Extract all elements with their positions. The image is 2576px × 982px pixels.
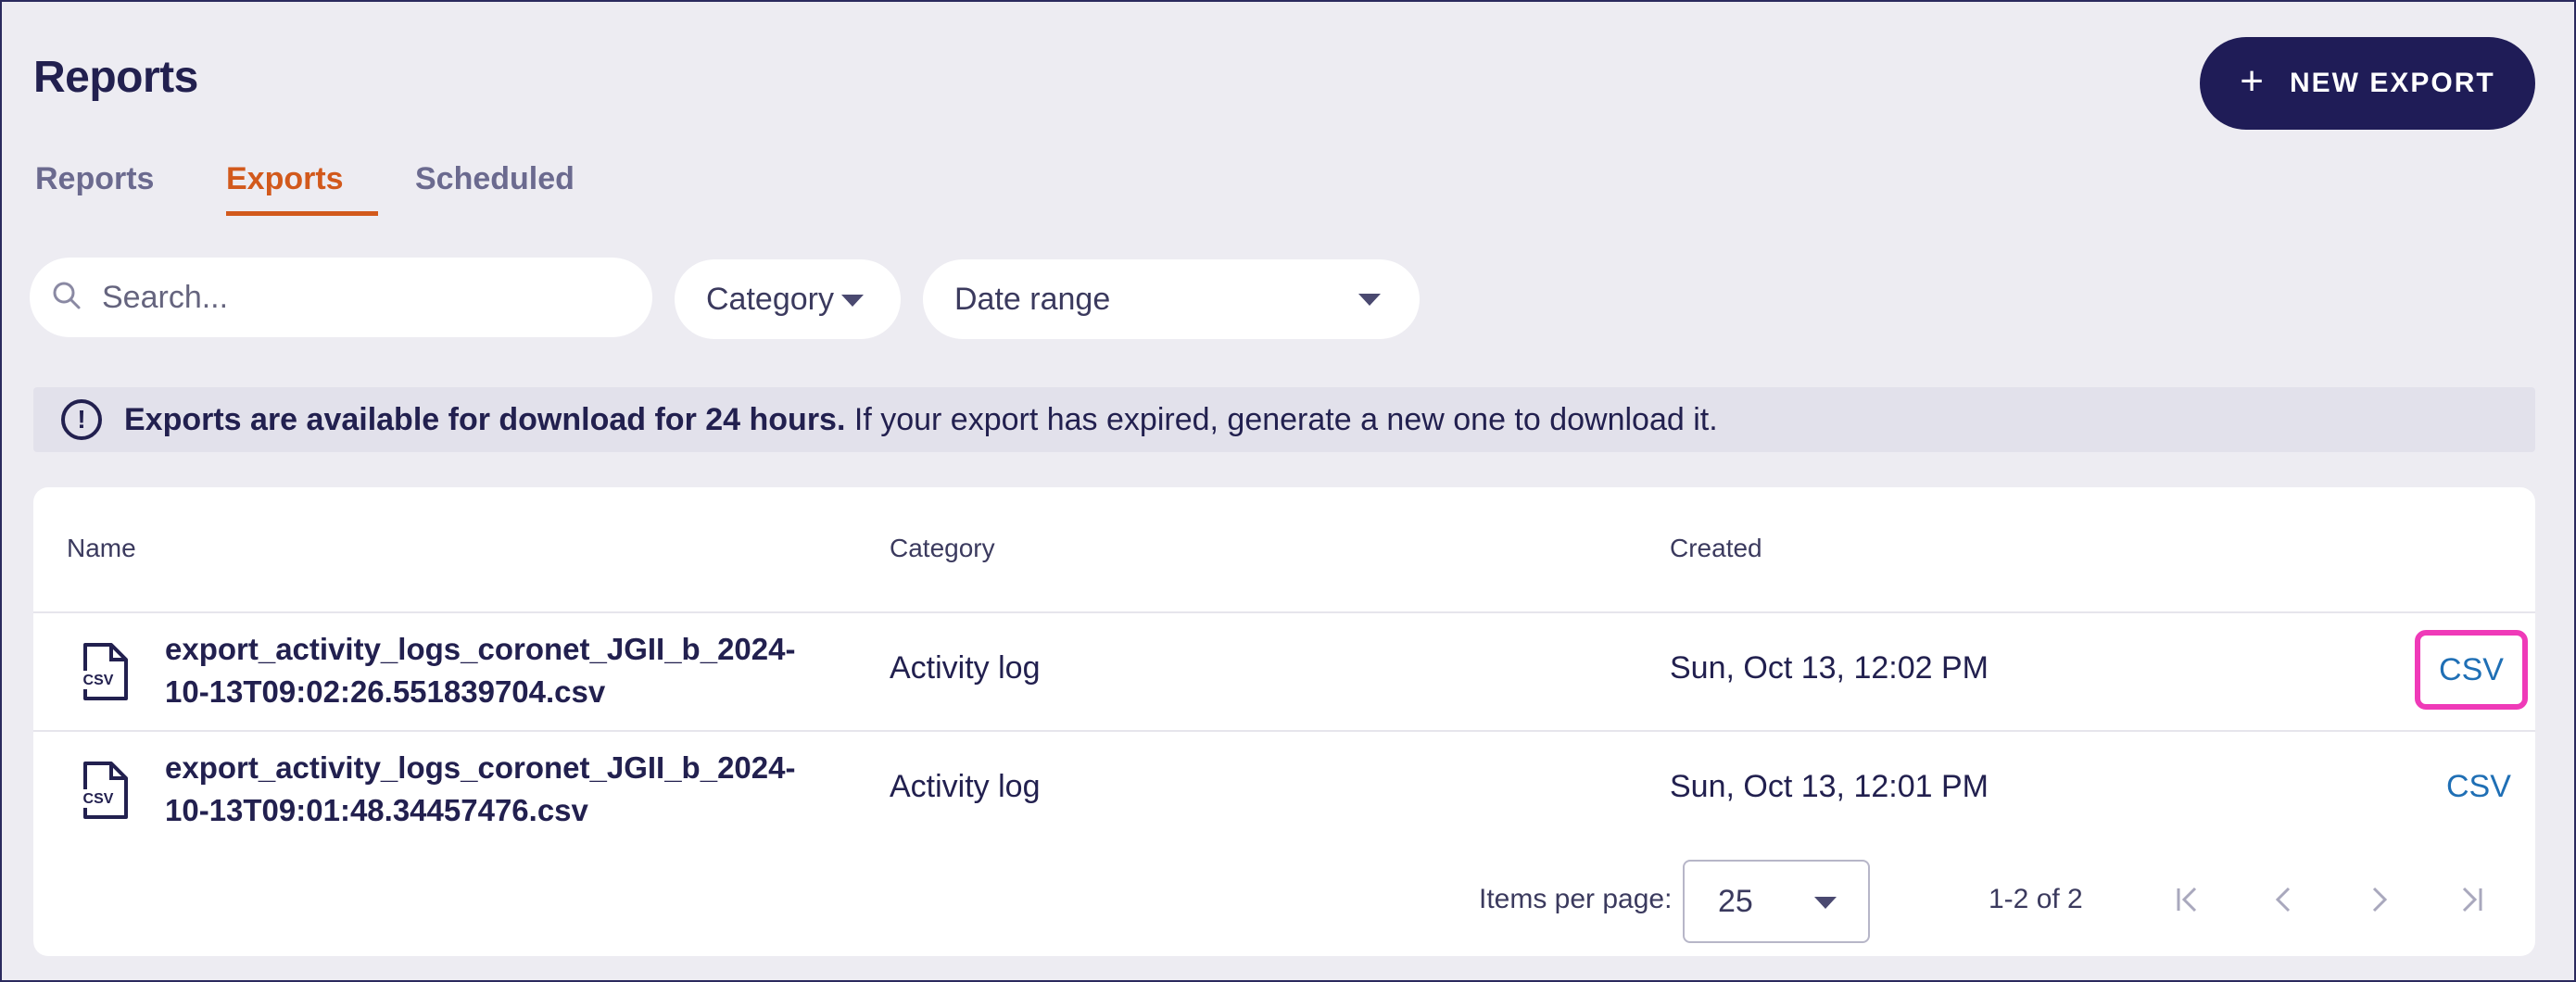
tab-exports[interactable]: Exports <box>226 161 344 197</box>
items-per-page-select[interactable]: 25 <box>1683 860 1870 943</box>
pagination: Items per page: 25 1-2 of 2 <box>33 858 2535 943</box>
last-page-icon <box>2448 887 2494 926</box>
date-range-filter[interactable]: Date range <box>923 259 1420 339</box>
csv-file-icon: CSV <box>78 760 132 821</box>
first-page-button[interactable] <box>2165 876 2211 923</box>
svg-text:CSV: CSV <box>83 673 114 688</box>
items-per-page-label: Items per page: <box>1479 884 1673 914</box>
category-filter-label: Category <box>706 281 834 317</box>
exports-table: Name Category Created CSV export_activit… <box>33 487 2535 956</box>
search-field[interactable] <box>30 258 652 337</box>
category-filter[interactable]: Category <box>675 259 901 339</box>
csv-file-icon: CSV <box>78 641 132 702</box>
info-banner: ! Exports are available for download for… <box>33 387 2535 452</box>
column-header-name: Name <box>67 534 136 562</box>
tab-reports[interactable]: Reports <box>35 161 154 197</box>
chevron-left-icon <box>2261 887 2307 926</box>
previous-page-button[interactable] <box>2261 876 2307 923</box>
app-window: Reports + NEW EXPORT Reports Exports Sch… <box>0 0 2576 982</box>
created-cell: Sun, Oct 13, 12:01 PM <box>1670 769 1989 804</box>
column-header-category: Category <box>890 534 995 562</box>
info-banner-text: Exports are available for download for 2… <box>124 401 1718 437</box>
alert-circle-icon: ! <box>61 399 102 440</box>
items-per-page-value: 25 <box>1718 883 1753 919</box>
tab-scheduled[interactable]: Scheduled <box>415 161 575 197</box>
csv-download-link[interactable]: CSV <box>2446 769 2511 805</box>
next-page-button[interactable] <box>2355 876 2402 923</box>
plus-icon: + <box>2240 58 2266 104</box>
last-page-button[interactable] <box>2448 876 2494 923</box>
new-export-button[interactable]: + NEW EXPORT <box>2200 37 2535 130</box>
chevron-down-icon <box>1358 294 1381 306</box>
column-header-created: Created <box>1670 534 1762 562</box>
table-row: CSV export_activity_logs_coronet_JGII_b_… <box>33 732 2535 849</box>
chevron-down-icon <box>1814 897 1837 909</box>
table-row: CSV export_activity_logs_coronet_JGII_b_… <box>33 613 2535 730</box>
active-tab-indicator <box>226 211 378 216</box>
chevron-right-icon <box>2355 887 2402 926</box>
search-input[interactable] <box>102 279 621 316</box>
category-cell: Activity log <box>890 650 1041 686</box>
chevron-down-icon <box>840 294 864 307</box>
file-name: export_activity_logs_coronet_JGII_b_2024… <box>165 632 796 709</box>
page-title: Reports <box>33 53 198 102</box>
created-cell: Sun, Oct 13, 12:02 PM <box>1670 650 1989 686</box>
svg-text:CSV: CSV <box>83 791 114 807</box>
search-icon <box>50 279 83 317</box>
file-name: export_activity_logs_coronet_JGII_b_2024… <box>165 750 796 827</box>
category-cell: Activity log <box>890 769 1041 804</box>
date-range-label: Date range <box>954 281 1111 317</box>
new-export-label: NEW EXPORT <box>2290 68 2495 98</box>
pagination-range: 1-2 of 2 <box>1989 884 2083 914</box>
csv-download-link[interactable]: CSV <box>2415 630 2528 710</box>
first-page-icon <box>2165 887 2211 926</box>
